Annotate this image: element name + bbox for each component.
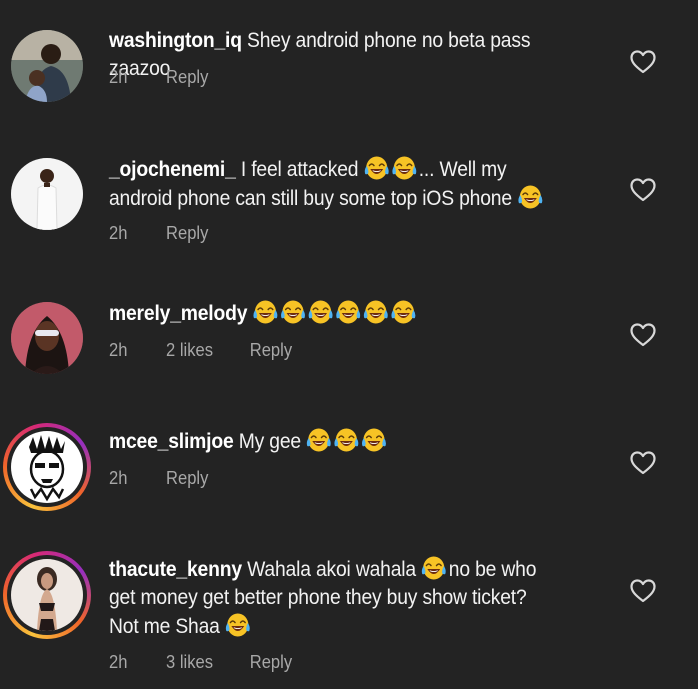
face-with-tears-of-joy-icon xyxy=(364,155,390,181)
avatar[interactable] xyxy=(11,302,83,374)
face-with-tears-of-joy-icon xyxy=(363,299,389,325)
comment-time: 2h xyxy=(109,67,128,87)
comment-meta: 2h Reply xyxy=(109,67,208,88)
heart-outline-icon[interactable] xyxy=(629,49,657,75)
avatar-photo xyxy=(11,431,83,503)
comment-body: _ojochenemi_ I feel attacked ... Well my… xyxy=(109,155,560,213)
reply-button[interactable]: Reply xyxy=(250,652,292,673)
comment-meta: 2h Reply xyxy=(109,223,208,244)
comment-time: 2h xyxy=(109,340,128,360)
avatar-photo xyxy=(11,30,83,102)
comment-body: mcee_slimjoe My gee xyxy=(109,427,560,456)
face-with-tears-of-joy-icon xyxy=(391,155,417,181)
heart-outline-icon[interactable] xyxy=(629,578,657,604)
comment-username[interactable]: mcee_slimjoe xyxy=(109,430,234,453)
reply-button[interactable]: Reply xyxy=(250,340,292,361)
reply-button[interactable]: Reply xyxy=(166,67,208,88)
story-ring xyxy=(7,427,87,507)
avatar-photo xyxy=(11,559,83,631)
comment-time: 2h xyxy=(109,468,128,488)
comment-meta: 2h 3 likes Reply xyxy=(109,652,292,673)
comment-text: I feel attacked xyxy=(240,158,359,181)
avatar[interactable] xyxy=(3,551,91,639)
comment-username[interactable]: washington_iq xyxy=(109,29,242,52)
comment-meta: 2h Reply xyxy=(109,468,208,489)
comment-meta: 2h 2 likes Reply xyxy=(109,340,292,361)
face-with-tears-of-joy-icon xyxy=(308,299,334,325)
like-count[interactable]: 2 likes xyxy=(166,340,250,361)
reply-button[interactable]: Reply xyxy=(166,468,208,489)
avatar[interactable] xyxy=(3,423,91,511)
heart-outline-icon[interactable] xyxy=(629,177,657,203)
comment-username[interactable]: merely_melody xyxy=(109,302,247,325)
face-with-tears-of-joy-icon xyxy=(252,299,278,325)
reply-button[interactable]: Reply xyxy=(166,223,208,244)
avatar[interactable] xyxy=(11,158,83,230)
like-count[interactable]: 3 likes xyxy=(166,652,250,673)
comment-username[interactable]: thacute_kenny xyxy=(109,558,242,581)
avatar-photo xyxy=(11,158,83,230)
face-with-tears-of-joy-icon xyxy=(421,555,447,581)
face-with-tears-of-joy-icon xyxy=(225,612,251,638)
avatar-photo xyxy=(11,302,83,374)
face-with-tears-of-joy-icon xyxy=(280,299,306,325)
face-with-tears-of-joy-icon xyxy=(517,184,543,210)
avatar[interactable] xyxy=(11,30,83,102)
comment-body: merely_melody xyxy=(109,299,560,328)
face-with-tears-of-joy-icon xyxy=(335,299,361,325)
comment-username[interactable]: _ojochenemi_ xyxy=(109,158,236,181)
comment-text: Wahala akoi wahala xyxy=(247,558,416,581)
comment-body: thacute_kenny Wahala akoi wahala no be w… xyxy=(109,555,560,641)
story-ring xyxy=(7,555,87,635)
comment-time: 2h xyxy=(109,652,128,672)
comment-text: My gee xyxy=(238,430,301,453)
comment-time: 2h xyxy=(109,223,128,243)
face-with-tears-of-joy-icon xyxy=(390,299,416,325)
face-with-tears-of-joy-icon xyxy=(306,427,332,453)
heart-outline-icon[interactable] xyxy=(629,450,657,476)
heart-outline-icon[interactable] xyxy=(629,322,657,348)
face-with-tears-of-joy-icon xyxy=(334,427,360,453)
face-with-tears-of-joy-icon xyxy=(361,427,387,453)
